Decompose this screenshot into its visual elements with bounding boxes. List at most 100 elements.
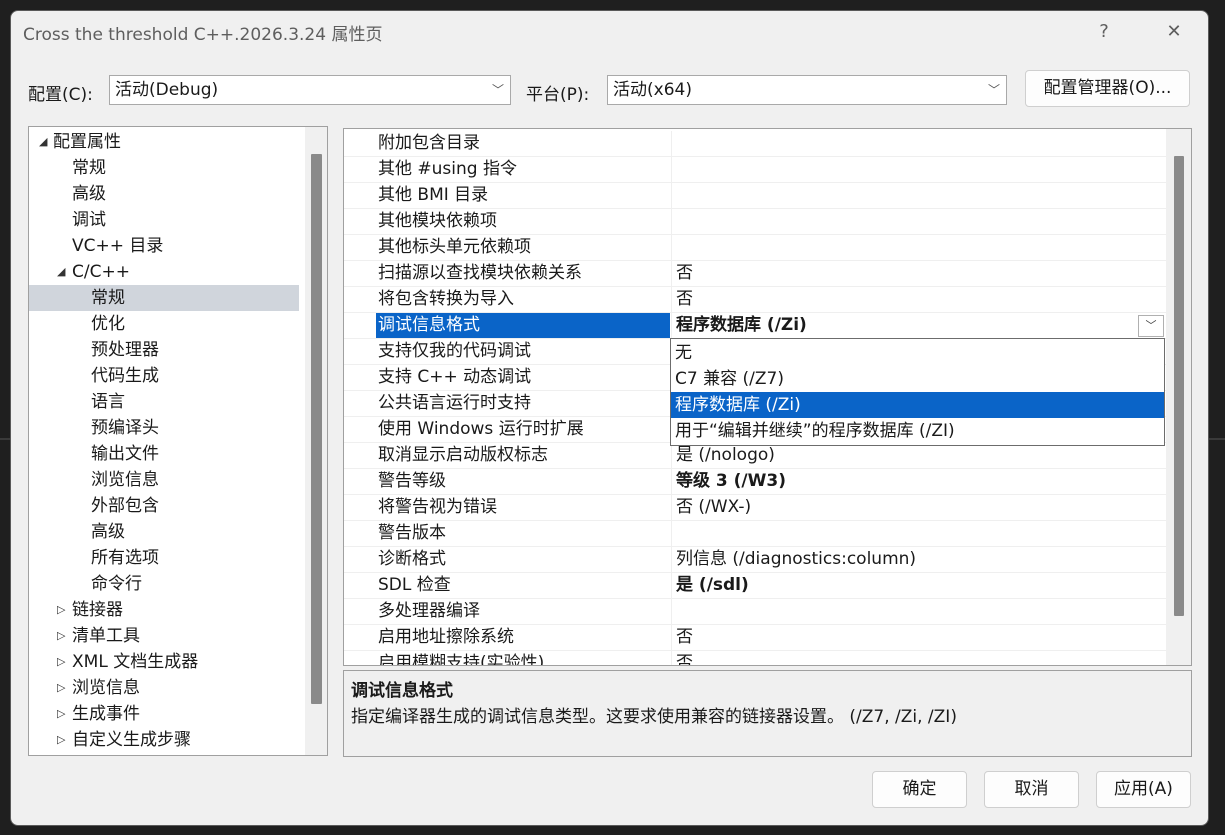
tree-item[interactable]: 预处理器 — [29, 337, 299, 363]
tree-item[interactable]: ▷ XML 文档生成器 — [29, 649, 299, 675]
dropdown-option[interactable]: 程序数据库 (/Zi) — [671, 392, 1164, 418]
property-name: 将包含转换为导入 — [378, 289, 514, 309]
tree-scrollbar-thumb[interactable] — [311, 154, 322, 704]
property-row[interactable]: 警告等级 等级 3 (/W3) — [344, 469, 1166, 495]
tree-item[interactable]: 优化 — [29, 311, 299, 337]
expanded-arrow-icon[interactable]: ◢ — [39, 129, 47, 155]
property-value[interactable] — [671, 235, 1166, 260]
tree-item[interactable]: ▷ 链接器 — [29, 597, 299, 623]
apply-button[interactable]: 应用(A) — [1096, 771, 1191, 808]
tree-item[interactable]: 语言 — [29, 389, 299, 415]
property-value[interactable]: 否 (/WX-) — [671, 495, 1166, 520]
collapsed-arrow-icon[interactable]: ▷ — [57, 727, 65, 753]
property-value[interactable] — [671, 209, 1166, 234]
tree-item-label: 链接器 — [72, 600, 123, 620]
tree-item[interactable]: ▷ 清单工具 — [29, 623, 299, 649]
property-value[interactable]: 否 — [671, 625, 1166, 650]
property-value[interactable]: 否 — [671, 651, 1166, 665]
tree-item-label: 所有选项 — [91, 548, 159, 568]
property-value[interactable]: 否 — [671, 287, 1166, 312]
property-row[interactable]: 其他标头单元依赖项 — [344, 235, 1166, 261]
property-value[interactable] — [671, 599, 1166, 624]
collapsed-arrow-icon[interactable]: ▷ — [57, 675, 65, 701]
tree-item[interactable]: ◢ 配置属性 — [29, 129, 299, 155]
grid-scrollbar[interactable] — [1166, 129, 1191, 665]
property-row[interactable]: 将包含转换为导入 否 — [344, 287, 1166, 313]
tree-item-label: 调试 — [72, 210, 106, 230]
tree-item-label: 浏览信息 — [72, 678, 140, 698]
tree-item-label: 常规 — [91, 288, 125, 308]
property-row[interactable]: 启用地址擦除系统 否 — [344, 625, 1166, 651]
tree-item[interactable]: ▷ 自定义生成步骤 — [29, 727, 299, 753]
tree-item[interactable]: ▷ 浏览信息 — [29, 675, 299, 701]
property-row[interactable]: 其他模块依赖项 — [344, 209, 1166, 235]
property-row[interactable]: 扫描源以查找模块依赖关系 否 — [344, 261, 1166, 287]
property-value[interactable]: 否 — [671, 261, 1166, 286]
dropdown-option[interactable]: C7 兼容 (/Z7) — [671, 366, 1164, 392]
tree-item[interactable]: 外部包含 — [29, 493, 299, 519]
property-row[interactable]: 多处理器编译 — [344, 599, 1166, 625]
property-row[interactable]: 调试信息格式 程序数据库 (/Zi) ﹀ — [344, 313, 1166, 339]
grid-scrollbar-thumb[interactable] — [1174, 156, 1184, 616]
property-value[interactable] — [671, 131, 1166, 156]
dropdown-option[interactable]: 无 — [671, 340, 1164, 366]
property-row[interactable]: 附加包含目录 — [344, 131, 1166, 157]
expanded-arrow-icon[interactable]: ◢ — [57, 259, 65, 285]
config-manager-button[interactable]: 配置管理器(O)... — [1025, 70, 1190, 107]
tree-item[interactable]: VC++ 目录 — [29, 233, 299, 259]
tree-item[interactable]: 常规 — [29, 285, 299, 311]
property-name: 支持 C++ 动态调试 — [378, 367, 532, 387]
ok-button[interactable]: 确定 — [872, 771, 967, 808]
property-value[interactable]: 程序数据库 (/Zi) — [671, 313, 1166, 338]
property-name: 公共语言运行时支持 — [378, 393, 531, 413]
property-value[interactable]: 是 (/sdl) — [671, 573, 1166, 598]
property-row[interactable]: 其他 BMI 目录 — [344, 183, 1166, 209]
config-combo[interactable]: 活动(Debug) ﹀ — [109, 75, 511, 105]
collapsed-arrow-icon[interactable]: ▷ — [57, 649, 65, 675]
cancel-button[interactable]: 取消 — [984, 771, 1079, 808]
collapsed-arrow-icon[interactable]: ▷ — [57, 623, 65, 649]
property-row[interactable]: 将警告视为错误 否 (/WX-) — [344, 495, 1166, 521]
property-value[interactable]: 等级 3 (/W3) — [671, 469, 1166, 494]
property-name: 使用 Windows 运行时扩展 — [378, 419, 584, 439]
platform-combo[interactable]: 活动(x64) ﹀ — [607, 75, 1007, 105]
tree-item[interactable]: 输出文件 — [29, 441, 299, 467]
tree-item[interactable]: 浏览信息 — [29, 467, 299, 493]
chevron-down-icon[interactable]: ﹀ — [1138, 315, 1164, 337]
property-value[interactable] — [671, 157, 1166, 182]
property-row[interactable]: 诊断格式 列信息 (/diagnostics:column) — [344, 547, 1166, 573]
tree-item[interactable]: 高级 — [29, 181, 299, 207]
background-line-left — [0, 438, 10, 440]
help-icon[interactable]: ? — [1091, 19, 1117, 45]
property-value[interactable]: 是 (/nologo) — [671, 443, 1166, 468]
property-row[interactable]: 其他 #using 指令 — [344, 157, 1166, 183]
tree-item[interactable]: ◢ C/C++ — [29, 259, 299, 285]
collapsed-arrow-icon[interactable]: ▷ — [57, 701, 65, 727]
property-row[interactable]: SDL 检查 是 (/sdl) — [344, 573, 1166, 599]
close-icon[interactable]: ✕ — [1161, 19, 1187, 45]
tree-item[interactable]: 所有选项 — [29, 545, 299, 571]
property-value[interactable] — [671, 183, 1166, 208]
property-name: 其他模块依赖项 — [378, 211, 497, 231]
tree-item-label: 预处理器 — [91, 340, 159, 360]
tree-item[interactable]: 命令行 — [29, 571, 299, 597]
collapsed-arrow-icon[interactable]: ▷ — [57, 597, 65, 623]
property-value[interactable]: 列信息 (/diagnostics:column) — [671, 547, 1166, 572]
dropdown-option[interactable]: 用于“编辑并继续”的程序数据库 (/ZI) — [671, 418, 1164, 444]
tree-scrollbar[interactable] — [305, 127, 327, 755]
property-row[interactable]: 警告版本 — [344, 521, 1166, 547]
tree-item[interactable]: ▷ 生成事件 — [29, 701, 299, 727]
property-row[interactable]: 启用模糊支持(实验性) 否 — [344, 651, 1166, 665]
tree-item-label: XML 文档生成器 — [72, 652, 199, 672]
tree-item-label: 高级 — [72, 184, 106, 204]
tree-item[interactable]: 代码生成 — [29, 363, 299, 389]
chevron-down-icon: ﹀ — [987, 83, 1000, 97]
config-combo-value: 活动(Debug) — [115, 80, 219, 100]
property-value[interactable] — [671, 521, 1166, 546]
tree-item[interactable]: 常规 — [29, 155, 299, 181]
tree-item[interactable]: 调试 — [29, 207, 299, 233]
tree-item[interactable]: 高级 — [29, 519, 299, 545]
property-row[interactable]: 取消显示启动版权标志 是 (/nologo) — [344, 443, 1166, 469]
tree-item[interactable]: 预编译头 — [29, 415, 299, 441]
background-line-right — [1209, 438, 1225, 440]
